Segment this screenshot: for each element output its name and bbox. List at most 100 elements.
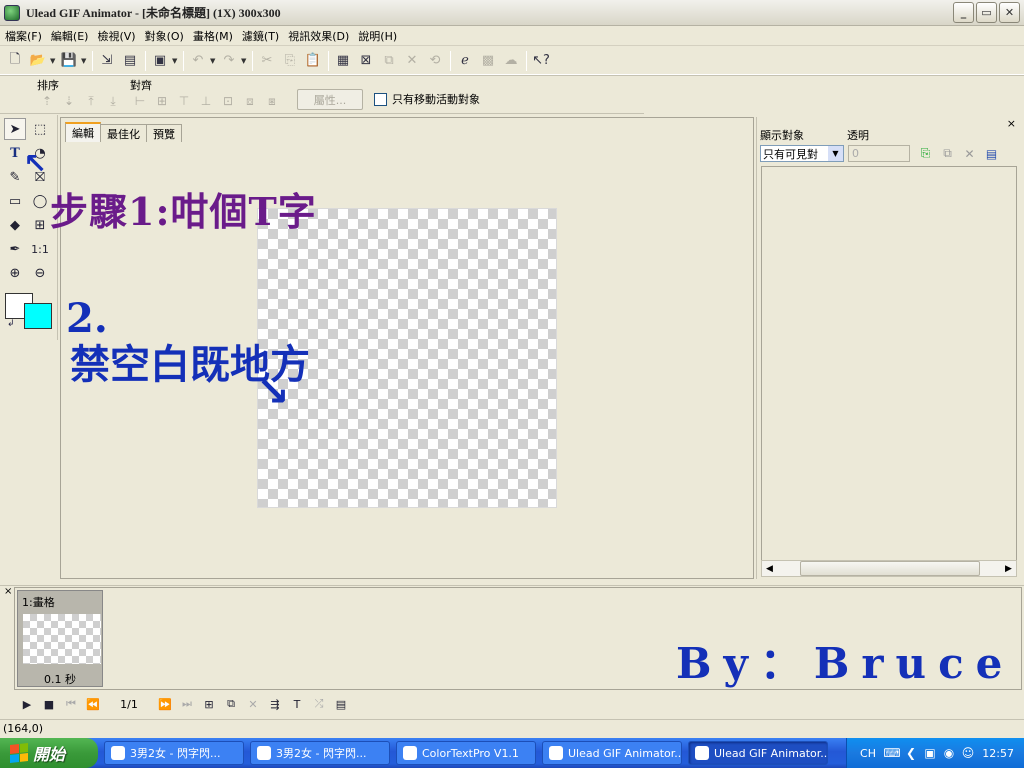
scroll-left-icon[interactable]: ◀ xyxy=(762,564,777,574)
tween-icon[interactable]: ✕ xyxy=(401,50,423,72)
foreground-color-swatch[interactable] xyxy=(24,303,52,329)
add-image-icon[interactable]: ⇲ xyxy=(96,50,118,72)
properties-button[interactable]: 屬性... xyxy=(297,89,363,110)
panel-close-icon[interactable]: × xyxy=(1007,117,1016,130)
send-to-back-icon[interactable]: ⤓ xyxy=(104,92,122,110)
close-button[interactable]: ✕ xyxy=(999,2,1020,23)
fill-tool-icon[interactable]: ◆ xyxy=(4,214,26,236)
frame-properties-icon[interactable]: ▤ xyxy=(330,694,352,714)
taskbar-item-active[interactable]: Ulead GIF Animator... xyxy=(688,741,828,765)
scroll-right-icon[interactable]: ▶ xyxy=(1001,564,1016,574)
tab-edit[interactable]: 編輯 xyxy=(65,122,101,142)
zoom-out-icon[interactable]: ⊖ xyxy=(29,262,51,284)
move-active-only-checkbox[interactable] xyxy=(374,92,387,106)
bring-to-front-icon[interactable]: ⤒ xyxy=(82,92,100,110)
menu-video-effect[interactable]: 視訊效果(D) xyxy=(283,28,353,44)
delete-frame-icon[interactable]: ⊠ xyxy=(355,50,377,72)
browser-preview-icon[interactable]: ℯ xyxy=(454,50,476,72)
taskbar-item[interactable]: Ulead GIF Animator... xyxy=(542,741,682,765)
tray-expand-icon[interactable]: ❮ xyxy=(903,745,919,761)
distribute-v-icon[interactable]: ⧆ xyxy=(263,92,281,110)
object-list-scrollbar[interactable]: ◀ ▶ xyxy=(761,560,1017,577)
align-left-icon[interactable]: ⊢ xyxy=(131,92,149,110)
keyboard-icon[interactable]: ⌨ xyxy=(883,745,900,761)
optimize-icon[interactable]: ▩ xyxy=(477,50,499,72)
redo-dropdown-icon[interactable]: ▼ xyxy=(241,57,249,65)
menu-file[interactable]: 檔案(F) xyxy=(0,28,46,44)
align-bottom-icon[interactable]: ⊥ xyxy=(197,92,215,110)
users-icon[interactable]: ☺ xyxy=(960,745,976,761)
editor-dropdown-icon[interactable]: ▼ xyxy=(172,57,180,65)
send-backward-icon[interactable]: ⇣ xyxy=(60,92,78,110)
ellipse-tool-icon[interactable]: ◯ xyxy=(29,190,51,212)
delete-object-icon[interactable]: ✕ xyxy=(961,145,978,162)
redo-icon[interactable]: ↷ xyxy=(218,50,240,72)
eyedropper-icon[interactable]: ✒ xyxy=(4,238,26,260)
menu-view[interactable]: 檢視(V) xyxy=(92,28,139,44)
eraser-tool-icon[interactable]: ▭ xyxy=(4,190,26,212)
taskbar-item[interactable]: 3男2女 - 閃字閃... xyxy=(250,741,390,765)
swap-colors-icon[interactable]: ↲ xyxy=(7,319,15,329)
menu-object[interactable]: 對象(O) xyxy=(140,28,188,44)
restore-button[interactable]: ▭ xyxy=(976,2,997,23)
actual-size-icon[interactable]: 1:1 xyxy=(29,238,51,260)
frame-thumbnail[interactable]: 1:畫格 0.1 秒 xyxy=(17,590,103,687)
bring-forward-icon[interactable]: ⇡ xyxy=(38,92,56,110)
next-frame-icon[interactable]: ⏩ xyxy=(154,694,176,714)
taskbar-item[interactable]: ColorTextPro V1.1 xyxy=(396,741,536,765)
network-icon[interactable]: ▣ xyxy=(922,745,938,761)
play-icon[interactable]: ▶ xyxy=(16,694,38,714)
last-frame-icon[interactable]: ⏭ xyxy=(176,694,198,714)
banner-text-icon[interactable]: T xyxy=(286,694,308,714)
zoom-in-icon[interactable]: ⊕ xyxy=(4,262,26,284)
open-dropdown-icon[interactable]: ▼ xyxy=(50,57,58,65)
save-dropdown-icon[interactable]: ▼ xyxy=(81,57,89,65)
object-properties-icon[interactable]: ▤ xyxy=(983,145,1000,162)
crop-tool-icon[interactable]: ⊞ xyxy=(29,214,51,236)
add-frame-icon[interactable]: ▦ xyxy=(332,50,354,72)
pick-tool-icon[interactable]: ➤ xyxy=(4,118,26,140)
distribute-h-icon[interactable]: ⧈ xyxy=(241,92,259,110)
marquee-tool-icon[interactable]: ⬚ xyxy=(29,118,51,140)
start-button[interactable]: 開始 xyxy=(0,738,98,768)
reverse-frames-icon[interactable]: ⟲ xyxy=(424,50,446,72)
align-middle-icon[interactable]: ⊡ xyxy=(219,92,237,110)
menu-frame[interactable]: 畫格(M) xyxy=(188,28,237,44)
taskbar-item[interactable]: 3男2女 - 閃字閃... xyxy=(104,741,244,765)
stop-icon[interactable]: ■ xyxy=(38,694,60,714)
cut-icon[interactable]: ✂ xyxy=(256,50,278,72)
undo-dropdown-icon[interactable]: ▼ xyxy=(210,57,218,65)
align-center-icon[interactable]: ⊞ xyxy=(153,92,171,110)
start-editor-icon[interactable]: ▣ xyxy=(149,50,171,72)
save-icon[interactable]: 💾 xyxy=(58,50,80,72)
delete-frame-button-icon[interactable]: ✕ xyxy=(242,694,264,714)
help-pointer-icon[interactable]: ↖? xyxy=(530,50,552,72)
display-filter-select[interactable]: 只有可見對 ▼ xyxy=(760,145,844,162)
tab-preview[interactable]: 預覽 xyxy=(146,124,182,142)
new-object-icon[interactable]: ⎘ xyxy=(917,145,934,162)
tab-optimize[interactable]: 最佳化 xyxy=(100,124,147,142)
add-video-icon[interactable]: ▤ xyxy=(119,50,141,72)
new-file-icon[interactable]: 🗋 xyxy=(4,50,26,72)
menu-edit[interactable]: 編輯(E) xyxy=(46,28,93,44)
align-top-icon[interactable]: ⊤ xyxy=(175,92,193,110)
antivirus-icon[interactable]: ◉ xyxy=(941,745,957,761)
opacity-input[interactable]: 0 xyxy=(848,145,910,162)
scroll-thumb[interactable] xyxy=(800,561,980,576)
language-indicator[interactable]: CH xyxy=(855,747,881,760)
reverse-button-icon[interactable]: ⤮ xyxy=(308,694,330,714)
paste-icon[interactable]: 📋 xyxy=(302,50,324,72)
copy-icon[interactable]: ⎘ xyxy=(279,50,301,72)
text-tool-icon[interactable]: T xyxy=(4,142,26,164)
open-folder-icon[interactable]: 📂 xyxy=(27,50,49,72)
tween-button-icon[interactable]: ⇶ xyxy=(264,694,286,714)
menu-filter[interactable]: 濾鏡(T) xyxy=(237,28,283,44)
chevron-down-icon[interactable]: ▼ xyxy=(828,146,843,161)
duplicate-frame-button-icon[interactable]: ⧉ xyxy=(220,694,242,714)
first-frame-icon[interactable]: ⏮ xyxy=(60,694,82,714)
duplicate-object-icon[interactable]: ⧉ xyxy=(939,145,956,162)
add-frame-button-icon[interactable]: ⊞ xyxy=(198,694,220,714)
move-active-only-option[interactable]: 只有移動活動對象 xyxy=(374,91,480,107)
duplicate-frame-icon[interactable]: ⧉ xyxy=(378,50,400,72)
brush-tool-icon[interactable]: ✎ xyxy=(4,166,26,188)
